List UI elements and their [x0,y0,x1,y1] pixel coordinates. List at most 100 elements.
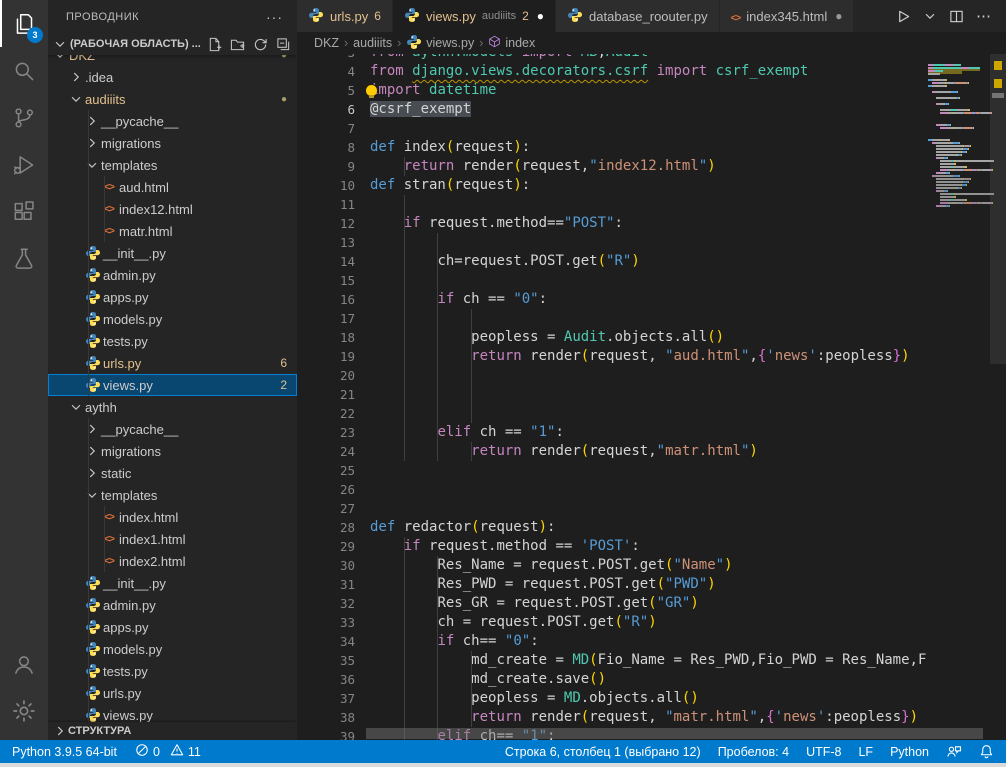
indent-guide [471,708,472,727]
tree-item-label: aud.html [119,180,169,195]
tree-item-apps.py[interactable]: apps.py [48,616,297,638]
code-editor[interactable]: 3from aythh.models import MB,Audit4from … [297,54,1006,740]
indent-guide [471,366,472,385]
activity-search-icon[interactable] [0,47,48,94]
tree-item-static[interactable]: static [48,462,297,484]
explorer-more-actions-icon[interactable]: ··· [266,9,283,25]
tree-item-aythh[interactable]: aythh [48,396,297,418]
run-dropdown[interactable] [923,9,937,23]
collapse-all-icon[interactable] [276,37,291,52]
indent-guide [88,176,89,198]
tree-item-templates[interactable]: templates [48,154,297,176]
indent-guide [437,442,438,461]
tree-item-.idea[interactable]: .idea [48,66,297,88]
indent-guide [88,550,89,572]
outline-section-header[interactable]: СТРУКТУРА [48,722,297,740]
tree-item-models.py[interactable]: models.py [48,638,297,660]
line-number: 15 [297,271,355,290]
line-number: 39 [297,727,355,740]
tree-item-label: templates [101,158,157,173]
tree-item-audiiits[interactable]: audiiits● [48,88,297,110]
code-line: 16 if ch == "0": [297,290,926,309]
indent-guide [437,556,438,575]
more-actions-button[interactable]: ⋯ [976,7,992,25]
indent-guide [437,252,438,271]
tree-item-admin.py[interactable]: admin.py [48,264,297,286]
tab-index345.html[interactable]: <>index345.html● [720,0,855,32]
new-file-icon[interactable] [207,37,222,52]
tree-item-index2.html[interactable]: <>index2.html [48,550,297,572]
tree-item-urls.py[interactable]: urls.py [48,682,297,704]
run-button[interactable] [896,9,911,24]
indent-guide [88,242,89,264]
breadcrumb-item-audiiits[interactable]: audiiits [353,36,392,50]
tree-item-apps.py[interactable]: apps.py [48,286,297,308]
python-file-icon [84,619,102,635]
tree-item-__init__.py[interactable]: __init__.py [48,572,297,594]
tree-item-tests.py[interactable]: tests.py [48,330,297,352]
indent-guide [88,352,89,374]
status-cursor-position[interactable]: Строка 6, столбец 1 (выбрано 12) [505,745,701,759]
status-python-version[interactable]: Python 3.9.5 64-bit [12,745,117,759]
selection-highlight: @csrf_exempt [370,101,471,117]
tree-item-index12.html[interactable]: <>index12.html [48,198,297,220]
tree-item-migrations[interactable]: migrations [48,440,297,462]
tree-item-__pycache__[interactable]: __pycache__ [48,110,297,132]
modified-dot-icon[interactable]: ● [835,9,842,23]
tree-item-urls.py[interactable]: urls.py6 [48,352,297,374]
tab-database_roouter.py[interactable]: database_roouter.py [556,0,720,32]
tree-item-views.py[interactable]: views.py2 [48,374,297,396]
activity-run-debug-icon[interactable] [0,141,48,188]
tab-urls.py[interactable]: urls.py6 [297,0,393,32]
tab-label: views.py [426,9,476,24]
status-problems[interactable]: 011 [135,743,201,760]
indent-guide [404,575,405,594]
status-eol[interactable]: LF [858,745,873,759]
activity-settings-icon[interactable] [0,687,48,734]
modified-dot-icon[interactable]: ● [537,9,544,23]
activity-testing-icon[interactable] [0,235,48,282]
split-editor-button[interactable] [949,9,964,24]
warning-marker [994,79,1002,88]
chevron-right-icon [84,422,100,436]
tree-item-matr.html[interactable]: <>matr.html [48,220,297,242]
activity-account-icon[interactable] [0,640,48,687]
activity-extensions-icon[interactable] [0,188,48,235]
status-indentation[interactable]: Пробелов: 4 [718,745,789,759]
breadcrumb-item-index[interactable]: index [488,35,535,51]
tree-item-models.py[interactable]: models.py [48,308,297,330]
activity-bar-bottom [0,640,48,734]
indent-guide [88,506,89,528]
tree-item-templates[interactable]: templates [48,484,297,506]
indent-guide [437,271,438,290]
activity-source-control-icon[interactable] [0,94,48,141]
feedback-icon[interactable] [946,744,962,760]
tree-item-__pycache__[interactable]: __pycache__ [48,418,297,440]
tree-item-__init__.py[interactable]: __init__.py [48,242,297,264]
bell-icon[interactable] [979,744,994,759]
status-encoding[interactable]: UTF-8 [806,745,841,759]
vertical-scrollbar[interactable] [990,54,1006,364]
status-language[interactable]: Python [890,745,929,759]
breadcrumb-item-DKZ[interactable]: DKZ [314,36,339,50]
tree-item-tests.py[interactable]: tests.py [48,660,297,682]
indent-guide [404,347,405,366]
tree-item-admin.py[interactable]: admin.py [48,594,297,616]
tab-views.py[interactable]: views.pyaudiiits2● [393,0,556,32]
html-file-icon: <> [100,182,118,193]
tree-item-index1.html[interactable]: <>index1.html [48,528,297,550]
indent-guide [437,632,438,651]
breadcrumb-item-views.py[interactable]: views.py [406,34,474,53]
tree-item-label: migrations [101,136,161,151]
new-folder-icon[interactable] [230,37,245,52]
minimap[interactable] [926,54,990,740]
activity-files-icon[interactable]: 3 [0,0,48,47]
tree-item-index.html[interactable]: <>index.html [48,506,297,528]
lightbulb-icon[interactable] [366,85,377,96]
tree-item-aud.html[interactable]: <>aud.html [48,176,297,198]
workspace-section-header[interactable]: (РАБОЧАЯ ОБЛАСТЬ) ... [48,33,297,55]
tree-item-migrations[interactable]: migrations [48,132,297,154]
refresh-icon[interactable] [253,37,268,52]
horizontal-scrollbar[interactable] [366,728,983,739]
indent-guide [437,347,438,366]
